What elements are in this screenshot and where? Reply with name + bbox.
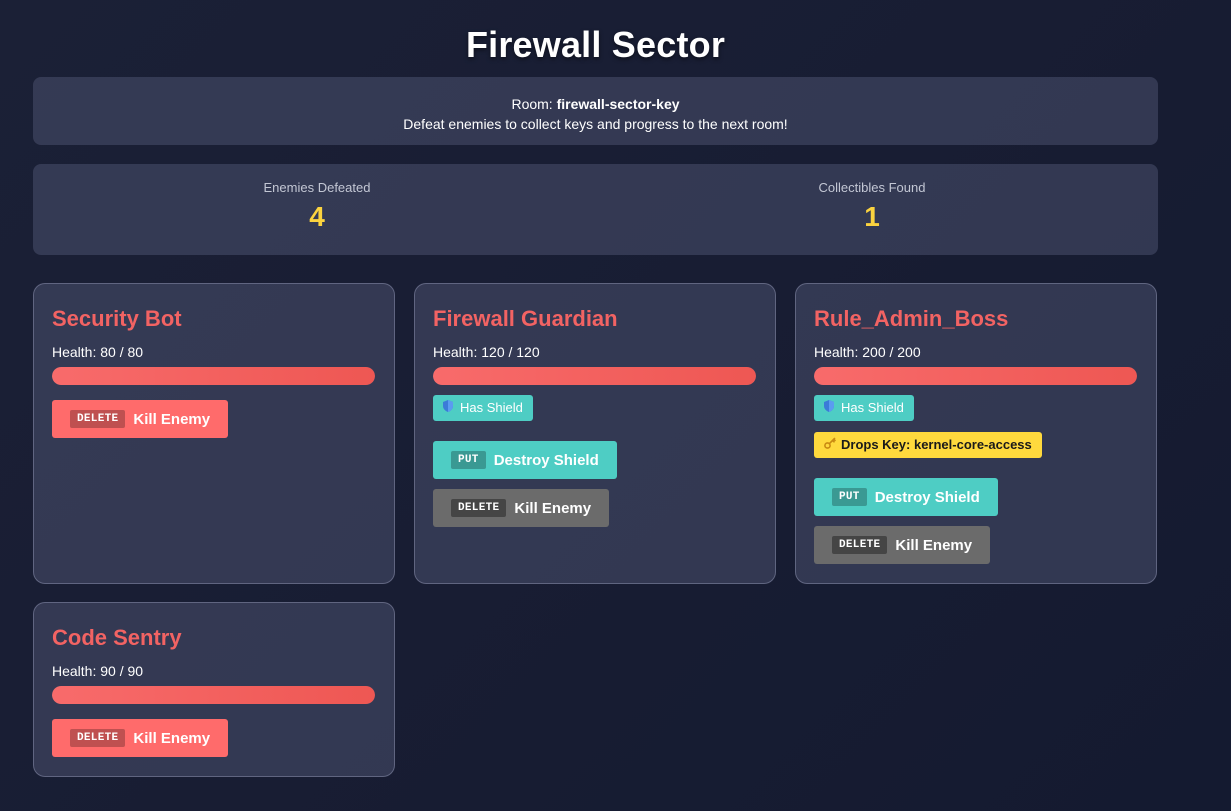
health-bar-fill <box>433 367 756 385</box>
health-bar-fill <box>52 367 375 385</box>
enemy-card-code-sentry: Code Sentry Health: 90 / 90 DELETE Kill … <box>33 602 395 777</box>
shield-icon <box>443 396 455 422</box>
page-title: Firewall Sector <box>465 24 726 65</box>
http-method-tag: PUT <box>832 488 867 506</box>
health-bar-fill <box>814 367 1137 385</box>
kill-enemy-button[interactable]: DELETE Kill Enemy <box>52 400 229 438</box>
health-bar <box>814 367 1137 385</box>
kill-enemy-button[interactable]: DELETE Kill Enemy <box>814 526 991 564</box>
collectibles-found-label: Collectibles Found <box>818 180 926 195</box>
has-shield-label: Has Shield <box>841 400 904 415</box>
has-shield-badge: Has Shield <box>814 395 914 421</box>
kill-enemy-button[interactable]: DELETE Kill Enemy <box>433 489 610 527</box>
shield-icon <box>824 396 836 422</box>
health-bar-fill <box>52 686 375 704</box>
health-bar <box>433 367 756 385</box>
kill-enemy-label: Kill Enemy <box>895 536 973 554</box>
room-description: Defeat enemies to collect keys and progr… <box>403 116 788 132</box>
enemy-name: Firewall Guardian <box>433 306 618 331</box>
room-info-panel: Room: firewall-sector-key Defeat enemies… <box>33 77 1158 145</box>
destroy-shield-label: Destroy Shield <box>874 488 980 506</box>
enemies-defeated-value: 4 <box>309 201 325 232</box>
http-method-tag: DELETE <box>70 729 126 747</box>
health-text: Health: 90 / 90 <box>52 663 144 679</box>
kill-enemy-label: Kill Enemy <box>133 729 211 747</box>
has-shield-badge: Has Shield <box>433 395 533 421</box>
room-line: Room: firewall-sector-key <box>33 94 1158 114</box>
enemy-card-security-bot: Security Bot Health: 80 / 80 DELETE Kill… <box>33 283 395 584</box>
room-label: Room: <box>511 96 557 112</box>
destroy-shield-button[interactable]: PUT Destroy Shield <box>814 478 998 516</box>
kill-enemy-label: Kill Enemy <box>133 410 211 428</box>
health-text: Health: 120 / 120 <box>433 344 540 360</box>
enemy-card-firewall-guardian: Firewall Guardian Health: 120 / 120 Has … <box>414 283 776 584</box>
http-method-tag: DELETE <box>451 499 507 517</box>
room-name: firewall-sector-key <box>556 96 680 112</box>
enemy-name: Code Sentry <box>52 625 182 650</box>
kill-enemy-button[interactable]: DELETE Kill Enemy <box>52 719 229 757</box>
enemy-card-rule-admin-boss: Rule_Admin_Boss Health: 200 / 200 Has Sh… <box>795 283 1157 584</box>
enemy-name: Security Bot <box>52 306 182 331</box>
collectibles-found-value: 1 <box>864 201 880 232</box>
collectibles-found-stat: Collectibles Found 1 <box>722 180 1022 233</box>
health-bar <box>52 686 375 704</box>
enemies-defeated-stat: Enemies Defeated 4 <box>167 180 467 233</box>
health-text: Health: 200 / 200 <box>814 344 921 360</box>
http-method-tag: DELETE <box>70 410 126 428</box>
destroy-shield-label: Destroy Shield <box>493 451 599 469</box>
http-method-tag: DELETE <box>832 536 888 554</box>
enemy-name: Rule_Admin_Boss <box>814 306 1009 331</box>
key-icon <box>824 433 836 459</box>
enemies-defeated-label: Enemies Defeated <box>263 180 371 195</box>
health-text: Health: 80 / 80 <box>52 344 144 360</box>
destroy-shield-button[interactable]: PUT Destroy Shield <box>433 441 617 479</box>
http-method-tag: PUT <box>451 451 486 469</box>
drops-key-label: Drops Key: kernel-core-access <box>841 437 1032 452</box>
has-shield-label: Has Shield <box>460 400 523 415</box>
health-bar <box>52 367 375 385</box>
kill-enemy-label: Kill Enemy <box>514 499 592 517</box>
drops-key-badge: Drops Key: kernel-core-access <box>814 432 1042 458</box>
stats-panel: Enemies Defeated 4 Collectibles Found 1 <box>33 164 1158 255</box>
